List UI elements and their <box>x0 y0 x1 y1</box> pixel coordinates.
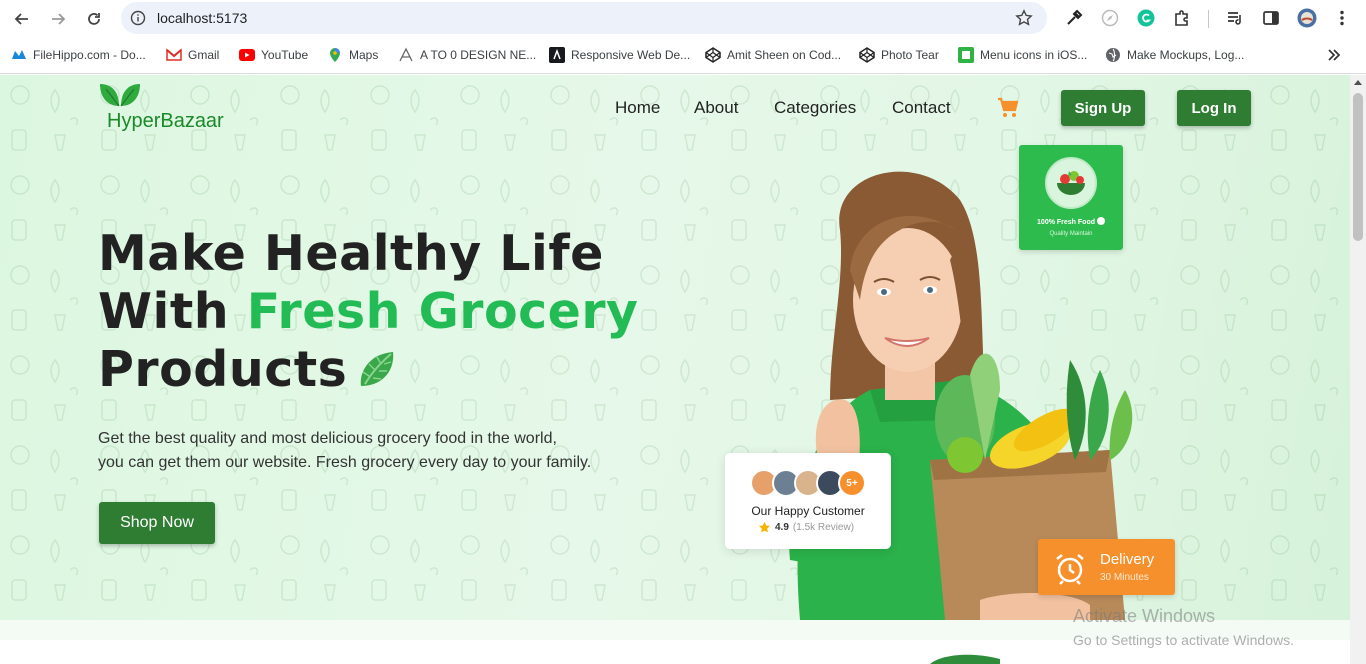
hero-description: Get the best quality and most delicious … <box>98 427 591 475</box>
fresh-food-title: 100% Fresh Food <box>1019 217 1123 226</box>
compass-icon[interactable] <box>1100 8 1120 28</box>
more-bookmarks-icon[interactable] <box>1326 47 1342 63</box>
delivery-title: Delivery <box>1100 551 1155 568</box>
review-count: (1.5k Review) <box>792 522 855 533</box>
back-icon[interactable] <box>10 7 34 31</box>
bookmark-filehippo[interactable]: FileHippo.com - Do... <box>11 46 146 64</box>
bookmark-responsive[interactable]: Responsive Web De... <box>549 46 690 64</box>
nav-home[interactable]: Home <box>615 98 660 118</box>
bookmark-label: Menu icons in iOS... <box>980 48 1088 62</box>
forward-icon[interactable] <box>46 7 70 31</box>
scroll-thumb[interactable] <box>1353 93 1363 241</box>
signup-button[interactable]: Sign Up <box>1061 90 1145 126</box>
bookmark-label: YouTube <box>261 48 309 62</box>
star-icon <box>758 521 771 533</box>
hero-headline: Make Healthy Life With Fresh Grocery Pro… <box>98 225 639 399</box>
shop-now-button[interactable]: Shop Now <box>99 502 215 544</box>
webpage: HyperBazaar Home About Categories Contac… <box>0 75 1350 664</box>
bookmarks-bar: FileHippo.com - Do... Gmail YouTube Maps… <box>0 37 1366 74</box>
brand-name: HyperBazaar <box>107 110 224 132</box>
cart-icon[interactable] <box>996 96 1020 120</box>
toolbar-divider <box>1208 10 1209 28</box>
bookmark-menu-icons[interactable]: Menu icons in iOS... <box>958 46 1087 64</box>
delivery-time: 30 Minutes <box>1100 572 1149 583</box>
hero-section: HyperBazaar Home About Categories Contac… <box>0 75 1350 620</box>
filehippo-icon <box>11 47 27 63</box>
headline-line-3: Products <box>98 341 639 399</box>
gmail-icon <box>166 47 182 63</box>
bookmark-label: A TO 0 DESIGN NE... <box>420 48 537 62</box>
codepen-icon <box>859 47 875 63</box>
bookmark-label: Gmail <box>188 48 220 62</box>
headline-highlight: Fresh Grocery <box>246 283 639 340</box>
bookmark-amit-sheen[interactable]: Amit Sheen on Cod... <box>705 46 841 64</box>
alarm-clock-icon <box>1056 554 1084 585</box>
bookmark-mockups[interactable]: Make Mockups, Log... <box>1105 46 1244 64</box>
rating-value: 4.9 <box>775 522 789 533</box>
url-text[interactable]: localhost:5173 <box>157 10 247 26</box>
leaf-logo-icon <box>100 84 140 107</box>
login-button[interactable]: Log In <box>1177 90 1251 126</box>
site-logo[interactable]: HyperBazaar <box>96 78 236 134</box>
customer-rating: 4.9 (1.5k Review) <box>758 521 854 534</box>
bookmark-label: FileHippo.com - Do... <box>33 48 146 62</box>
extensions-icon[interactable] <box>1172 8 1192 28</box>
address-bar[interactable]: localhost:5173 <box>121 2 1047 34</box>
bookmark-gmail[interactable]: Gmail <box>166 46 219 64</box>
customer-count-badge: 5+ <box>838 469 866 497</box>
activate-windows-subtitle: Go to Settings to activate Windows. <box>1073 632 1294 648</box>
delivery-badge: Delivery 30 Minutes <box>1038 539 1175 595</box>
page-scrollbar[interactable] <box>1350 75 1366 664</box>
side-panel-icon[interactable] <box>1261 8 1281 28</box>
design-icon <box>398 47 414 63</box>
bookmark-star-icon[interactable] <box>1015 9 1033 27</box>
browser-toolbar: localhost:5173 <box>0 0 1366 37</box>
bookmark-label: Photo Tear <box>881 48 939 62</box>
headline-prefix: With <box>98 283 247 340</box>
bookmark-label: Responsive Web De... <box>571 48 691 62</box>
description-line-1: Get the best quality and most delicious … <box>98 430 557 447</box>
lettuce-leaf-icon <box>361 352 394 386</box>
scroll-up-arrow-icon[interactable] <box>1354 80 1362 85</box>
leaf-decoration-icon <box>930 654 1000 664</box>
nav-contact[interactable]: Contact <box>892 98 951 118</box>
bookmark-label: Maps <box>349 48 379 62</box>
bookmark-maps[interactable]: Maps <box>327 46 378 64</box>
customer-title: Our Happy Customer <box>751 504 865 518</box>
bookmark-label: Make Mockups, Log... <box>1127 48 1245 62</box>
bookmark-label: Amit Sheen on Cod... <box>727 48 842 62</box>
salad-bowl-icon <box>1045 157 1097 209</box>
verified-check-icon <box>1096 217 1105 225</box>
fresh-food-subtitle: Quality Maintain <box>1049 231 1093 237</box>
activate-windows-title: Activate Windows <box>1073 606 1216 626</box>
bookmark-photo-tear[interactable]: Photo Tear <box>859 46 939 64</box>
media-queue-icon[interactable] <box>1225 8 1245 28</box>
codepen-icon <box>705 47 721 63</box>
menu-icon <box>958 47 974 63</box>
nav-categories[interactable]: Categories <box>774 98 856 118</box>
description-line-2: you can get them our website. Fresh groc… <box>98 454 592 471</box>
headline-line-1: Make Healthy Life <box>98 225 604 282</box>
nav-about[interactable]: About <box>694 98 738 118</box>
profile-avatar[interactable] <box>1297 8 1317 28</box>
maps-icon <box>327 47 343 63</box>
youtube-icon <box>239 47 255 63</box>
globe-icon <box>1105 47 1121 63</box>
bookmark-youtube[interactable]: YouTube <box>239 46 308 64</box>
eyedropper-icon[interactable] <box>1064 8 1084 28</box>
astro-icon <box>549 47 565 63</box>
headline-products: Products <box>98 341 348 398</box>
headline-line-2: With Fresh Grocery <box>98 283 639 341</box>
site-info-icon[interactable] <box>130 10 146 26</box>
bookmark-design[interactable]: A TO 0 DESIGN NE... <box>398 46 536 64</box>
reload-icon[interactable] <box>82 7 106 31</box>
more-menu-icon[interactable] <box>1332 8 1352 28</box>
fresh-food-badge: 100% Fresh Food Quality Maintain <box>1019 145 1123 250</box>
happy-customer-card: 5+ Our Happy Customer 4.9 (1.5k Review) <box>725 453 891 549</box>
fresh-food-text: 100% Fresh Food <box>1037 219 1095 226</box>
grammarly-icon[interactable] <box>1136 8 1156 28</box>
